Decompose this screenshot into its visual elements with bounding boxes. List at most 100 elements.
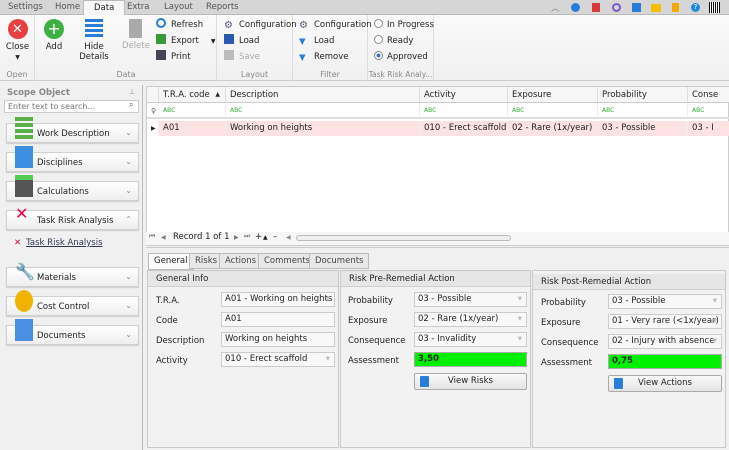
nav-group-materials[interactable]: 🔧 Materials ⌄ bbox=[6, 262, 139, 287]
tab-extra[interactable]: Extra bbox=[127, 0, 149, 15]
last-record-icon[interactable]: ⏭ bbox=[244, 232, 250, 241]
help-icon[interactable]: ? bbox=[691, 3, 700, 12]
view-actions-button[interactable]: View Actions bbox=[608, 375, 722, 392]
pre-probability-select[interactable]: 03 - Possible bbox=[414, 292, 527, 307]
remove-record-icon[interactable]: – bbox=[273, 232, 277, 242]
filter-cell[interactable]: ABC bbox=[420, 103, 508, 119]
radio-in-progress[interactable]: In Progress bbox=[374, 18, 434, 32]
tab-settings[interactable]: Settings bbox=[8, 0, 43, 15]
tab-home[interactable]: Home bbox=[55, 0, 80, 15]
export-button[interactable]: Export ▼ bbox=[156, 34, 215, 48]
pin-icon[interactable]: ⊥ bbox=[129, 88, 135, 96]
horizontal-scrollbar[interactable] bbox=[296, 235, 511, 241]
filter-cell[interactable]: ABC bbox=[159, 103, 226, 119]
up-icon[interactable]: ▲ bbox=[263, 234, 268, 241]
nav-group-cost-control[interactable]: Cost Control ⌄ bbox=[6, 290, 139, 316]
network-icon[interactable] bbox=[612, 3, 621, 12]
splitter[interactable] bbox=[146, 247, 729, 251]
layout-configuration-button[interactable]: ⚙ Configuration bbox=[224, 18, 297, 32]
search-input[interactable] bbox=[4, 100, 139, 113]
hide-details-label: Hide Details bbox=[79, 42, 109, 62]
filter-load-button[interactable]: ▼ Load bbox=[299, 34, 334, 48]
label: Save bbox=[239, 52, 260, 62]
edit-icon[interactable] bbox=[632, 3, 641, 12]
barcode-icon[interactable] bbox=[709, 2, 720, 13]
filter-cell[interactable]: ABC bbox=[226, 103, 420, 119]
prev-record-icon[interactable]: ◀ bbox=[161, 234, 166, 241]
group-label: Data bbox=[116, 70, 136, 79]
column-header-consequence[interactable]: Conse bbox=[688, 87, 729, 103]
refresh-label: Refresh bbox=[171, 20, 204, 30]
folder-icon[interactable] bbox=[651, 4, 661, 12]
print-label: Print bbox=[171, 52, 191, 62]
cell[interactable]: 03 - I bbox=[688, 121, 729, 136]
post-probability-select[interactable]: 03 - Possible bbox=[608, 294, 722, 309]
group-label: Task Risk Analy... bbox=[368, 70, 433, 79]
filter-configuration-button[interactable]: ⚙ Configuration bbox=[299, 18, 372, 32]
filter-icon: ▼ bbox=[299, 37, 306, 47]
post-consequence-select[interactable]: 02 - Injury with absence bbox=[608, 334, 722, 349]
code-field[interactable]: A01 bbox=[221, 312, 335, 327]
collapse-ribbon-icon[interactable]: ︿ bbox=[551, 2, 560, 14]
nav-group-work-description[interactable]: Work Description ⌄ bbox=[6, 117, 139, 143]
tab-actions[interactable]: Actions bbox=[219, 253, 263, 269]
next-record-icon[interactable]: ▶ bbox=[234, 234, 239, 241]
filter-row-icon: ♀ bbox=[147, 103, 159, 119]
filter-cell[interactable]: ABC bbox=[598, 103, 688, 119]
cell[interactable]: 03 - Possible bbox=[598, 121, 688, 136]
layout-save-button[interactable]: Save bbox=[224, 50, 260, 64]
cell[interactable]: 02 - Rare (1x/year) bbox=[508, 121, 598, 136]
add-record-icon[interactable]: + bbox=[255, 232, 262, 242]
nav-group-calculations[interactable]: Calculations ⌄ bbox=[6, 175, 139, 201]
nav-group-task-risk-analysis[interactable]: ✕ Task Risk Analysis ⌃ bbox=[6, 204, 139, 230]
filter-cell[interactable]: ABC bbox=[508, 103, 598, 119]
cell[interactable]: Working on heights bbox=[226, 121, 420, 136]
label: Probability bbox=[541, 298, 586, 308]
column-header-description[interactable]: Description bbox=[226, 87, 420, 103]
tab-documents[interactable]: Documents bbox=[309, 253, 370, 269]
label: Activity bbox=[156, 356, 188, 366]
column-header-exposure[interactable]: Exposure bbox=[508, 87, 598, 103]
column-header-tra-code[interactable]: T.R.A. code ▲ bbox=[159, 87, 226, 103]
tab-layout[interactable]: Layout bbox=[164, 0, 193, 15]
scroll-left-icon[interactable]: ◀ bbox=[286, 234, 291, 241]
book-icon[interactable] bbox=[592, 3, 600, 12]
filter-cell[interactable]: ABC bbox=[688, 103, 729, 119]
nav-group-documents[interactable]: Documents ⌄ bbox=[6, 319, 139, 345]
hide-details-button[interactable]: Hide Details bbox=[72, 19, 116, 62]
note-icon[interactable] bbox=[672, 3, 679, 12]
layout-load-button[interactable]: Load bbox=[224, 34, 259, 48]
close-button[interactable]: ✕ Close ▼ bbox=[4, 19, 31, 62]
tab-general[interactable]: General bbox=[148, 253, 194, 270]
tab-risks[interactable]: Risks bbox=[189, 253, 224, 269]
post-exposure-select[interactable]: 01 - Very rare (<1x/year) bbox=[608, 314, 722, 329]
label: Materials bbox=[37, 273, 76, 283]
radio-approved[interactable]: Approved bbox=[374, 50, 428, 64]
label: Configuration bbox=[314, 20, 372, 30]
globe-icon[interactable] bbox=[571, 3, 580, 12]
view-risks-button[interactable]: View Risks bbox=[414, 373, 527, 390]
nav-item-task-risk-analysis[interactable]: ✕ Task Risk Analysis bbox=[14, 238, 103, 248]
pre-consequence-select[interactable]: 03 - Invalidity bbox=[414, 332, 527, 347]
tab-data[interactable]: Data bbox=[83, 0, 126, 16]
close-icon: ✕ bbox=[7, 19, 28, 39]
cell[interactable]: 010 - Erect scaffold bbox=[420, 121, 508, 136]
print-button[interactable]: Print bbox=[156, 50, 191, 64]
column-header-probability[interactable]: Probability bbox=[598, 87, 688, 103]
description-field[interactable]: Working on heights bbox=[221, 332, 335, 347]
filter-remove-button[interactable]: ▼ Remove bbox=[299, 50, 349, 64]
nav-group-disciplines[interactable]: Disciplines ⌄ bbox=[6, 146, 139, 172]
column-header-activity[interactable]: Activity bbox=[420, 87, 508, 103]
view-icon bbox=[614, 378, 623, 389]
refresh-button[interactable]: Refresh bbox=[156, 18, 203, 32]
delete-button[interactable]: Delete bbox=[122, 19, 150, 51]
radio-ready[interactable]: Ready bbox=[374, 34, 413, 48]
tra-select[interactable]: A01 - Working on heights bbox=[221, 292, 335, 307]
tab-comments[interactable]: Comments bbox=[258, 253, 317, 269]
first-record-icon[interactable]: ⏮ bbox=[149, 232, 155, 241]
tab-reports[interactable]: Reports bbox=[206, 0, 239, 15]
cell[interactable]: A01 bbox=[159, 121, 226, 136]
activity-select[interactable]: 010 - Erect scaffold bbox=[221, 352, 335, 367]
pre-exposure-select[interactable]: 02 - Rare (1x/year) bbox=[414, 312, 527, 327]
add-button[interactable]: + Add bbox=[42, 19, 66, 52]
